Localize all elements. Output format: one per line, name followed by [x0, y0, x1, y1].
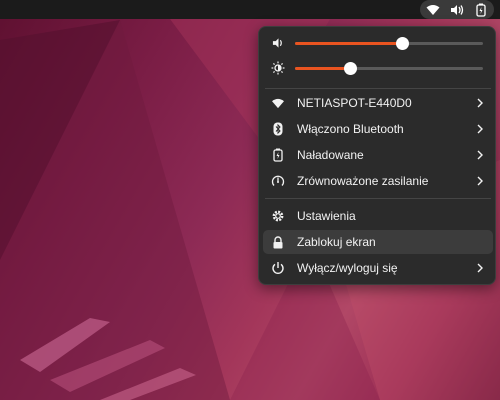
wifi-icon	[271, 96, 285, 110]
volume-slider-knob[interactable]	[396, 36, 410, 50]
lock-screen-item[interactable]: Zablokuj ekran	[263, 230, 493, 254]
battery-item[interactable]: Naładowane	[263, 143, 493, 167]
power-mode-label: Zrównoważone zasilanie	[297, 174, 429, 188]
brightness-slider[interactable]	[295, 61, 483, 75]
power-mode-icon	[271, 174, 285, 188]
brightness-slider-knob[interactable]	[343, 61, 357, 75]
wifi-icon	[426, 3, 440, 17]
volume-slider-row	[269, 33, 487, 53]
system-tray[interactable]	[420, 0, 494, 19]
volume-icon	[450, 3, 464, 17]
bluetooth-label: Włączono Bluetooth	[297, 122, 404, 136]
volume-slider[interactable]	[295, 36, 483, 50]
battery-label: Naładowane	[297, 148, 364, 162]
settings-item[interactable]: Ustawienia	[263, 204, 493, 228]
chevron-right-icon	[475, 150, 485, 160]
chevron-right-icon	[475, 263, 485, 273]
chevron-right-icon	[475, 98, 485, 108]
power-off-item[interactable]: Wyłącz/wyloguj się	[263, 256, 493, 280]
separator	[265, 198, 491, 199]
chevron-right-icon	[475, 124, 485, 134]
desktop: NETIASPOT-E440D0 Włączono Bluetooth Nała…	[0, 0, 500, 400]
quick-settings-menu: NETIASPOT-E440D0 Włączono Bluetooth Nała…	[258, 26, 496, 285]
lock-screen-label: Zablokuj ekran	[297, 235, 376, 249]
bluetooth-icon	[271, 122, 285, 136]
wifi-network-item[interactable]: NETIASPOT-E440D0	[263, 91, 493, 115]
brightness-icon	[271, 61, 285, 75]
brightness-slider-fill	[295, 66, 350, 70]
volume-slider-fill	[295, 41, 403, 45]
top-bar	[0, 0, 500, 19]
bluetooth-item[interactable]: Włączono Bluetooth	[263, 117, 493, 141]
settings-label: Ustawienia	[297, 209, 356, 223]
brightness-slider-row	[269, 58, 487, 78]
volume-icon	[271, 36, 285, 50]
power-off-label: Wyłącz/wyloguj się	[297, 261, 398, 275]
chevron-right-icon	[475, 176, 485, 186]
wifi-network-label: NETIASPOT-E440D0	[297, 96, 412, 110]
settings-icon	[271, 209, 285, 223]
lock-icon	[271, 235, 285, 249]
power-mode-item[interactable]: Zrównoważone zasilanie	[263, 169, 493, 193]
power-icon	[271, 261, 285, 275]
separator	[265, 88, 491, 89]
battery-icon	[474, 3, 488, 17]
battery-icon	[271, 148, 285, 162]
